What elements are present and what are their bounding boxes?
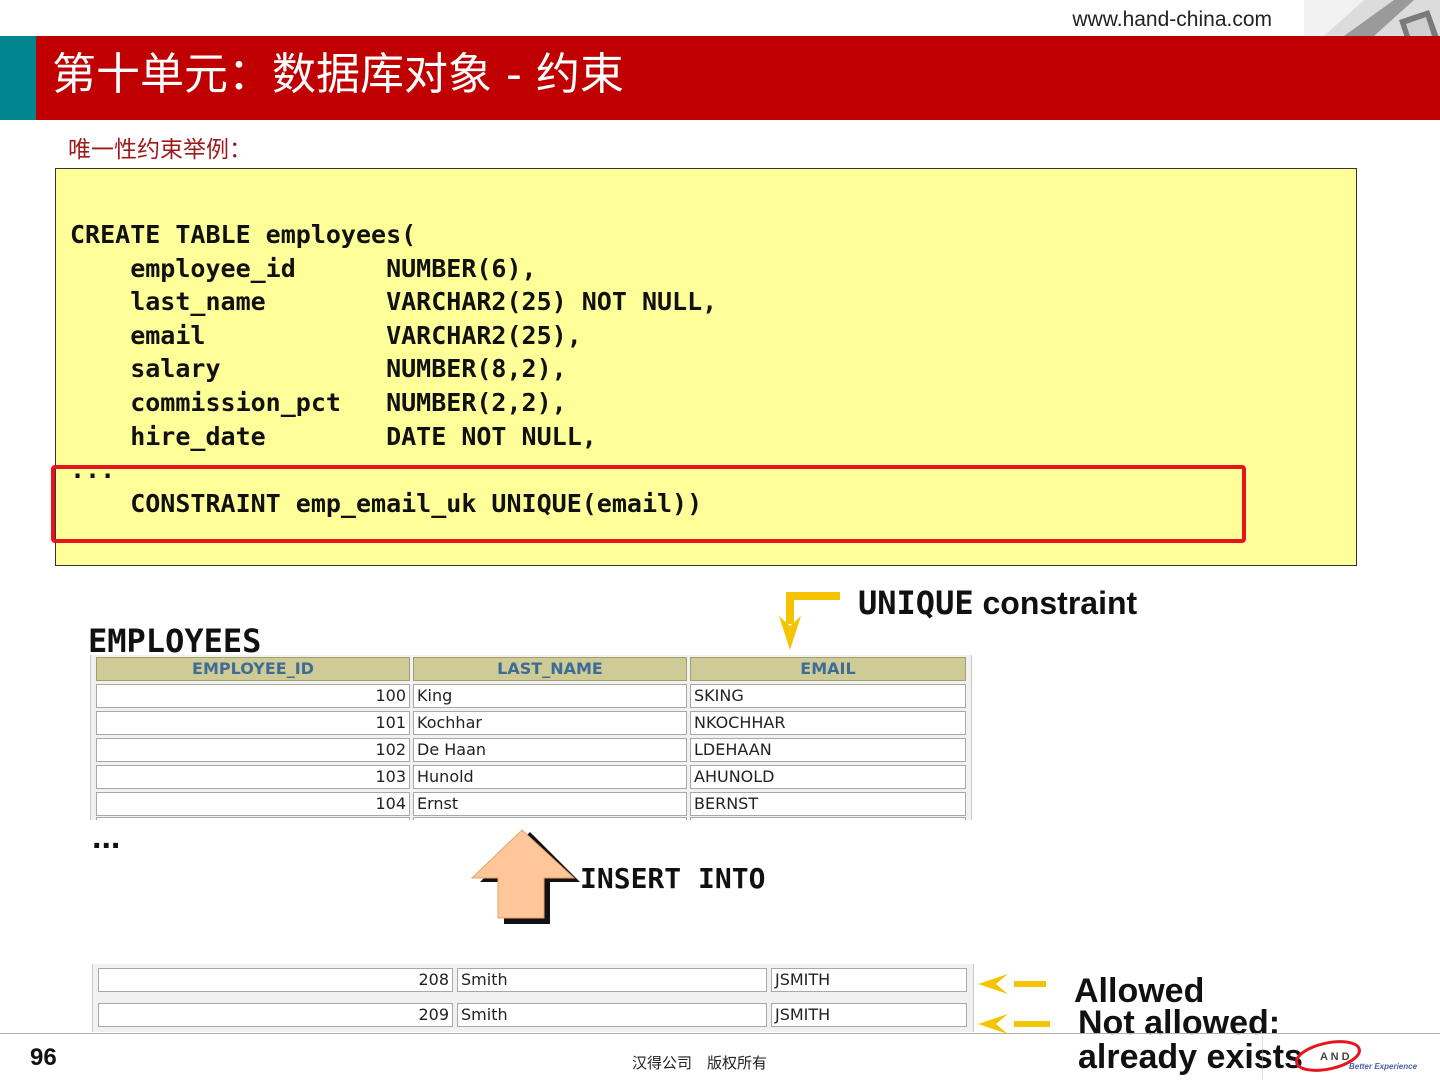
copyright-text: 汉得公司 版权所有 bbox=[632, 1054, 768, 1072]
table-cell: Smith bbox=[457, 968, 767, 992]
more-rows-ellipsis: ... bbox=[92, 818, 121, 856]
code-line: employee_id NUMBER(6), bbox=[70, 253, 537, 283]
table-cell: NKOCHHAR bbox=[690, 711, 966, 735]
insert-into-label: INSERT INTO bbox=[580, 862, 766, 895]
footer-divider bbox=[0, 1033, 1440, 1034]
table-cell: Hunold bbox=[413, 765, 687, 789]
constraint-word: constraint bbox=[973, 585, 1138, 621]
code-line: last_name VARCHAR2(25) NOT NULL, bbox=[70, 287, 718, 317]
code-line: commission_pct NUMBER(2,2), bbox=[70, 387, 567, 417]
logo-tagline: Better Experience bbox=[1349, 1062, 1418, 1071]
title-accent-bar bbox=[0, 36, 36, 120]
table-cell: 102 bbox=[96, 738, 410, 762]
table-cell: Smith bbox=[457, 1003, 767, 1027]
table-cell: Kochhar bbox=[413, 711, 687, 735]
table-cell: JSMITH bbox=[771, 1003, 967, 1027]
unique-keyword: UNIQUE bbox=[858, 584, 974, 622]
table-cell: JSMITH bbox=[771, 968, 967, 992]
code-line: salary NUMBER(8,2), bbox=[70, 354, 567, 384]
column-header-last-name: LAST_NAME bbox=[413, 657, 687, 681]
company-logo: A N D bbox=[1262, 1036, 1361, 1080]
website-url: www.hand-china.com bbox=[1072, 8, 1272, 31]
table-cell: 104 bbox=[96, 792, 410, 816]
code-line: CREATE TABLE employees( bbox=[70, 220, 417, 249]
table-cell: SKING bbox=[690, 684, 966, 708]
inserted-rows-table: 208 Smith JSMITH 209 Smith JSMITH bbox=[92, 964, 974, 1032]
table-cell: 208 bbox=[98, 968, 453, 992]
constraint-highlight-box bbox=[51, 465, 1246, 543]
table-cell-partial bbox=[96, 817, 410, 820]
table-title: EMPLOYEES bbox=[88, 622, 262, 656]
table-cell: King bbox=[413, 684, 687, 708]
insert-arrow-icon bbox=[470, 829, 580, 924]
table-cell: 103 bbox=[96, 765, 410, 789]
table-cell: De Haan bbox=[413, 738, 687, 762]
table-cell: BERNST bbox=[690, 792, 966, 816]
not-allowed-line: Not allowed: bbox=[1078, 1004, 1281, 1042]
svg-text:A N D: A N D bbox=[1320, 1051, 1350, 1063]
table-cell-partial bbox=[413, 817, 687, 820]
table-cell: LDEHAAN bbox=[690, 738, 966, 762]
table-cell: 209 bbox=[98, 1003, 453, 1027]
table-cell: AHUNOLD bbox=[690, 765, 966, 789]
not-allowed-arrow-icon bbox=[978, 1014, 1050, 1034]
employees-table: EMPLOYEE_ID LAST_NAME EMAIL 100 King SKI… bbox=[90, 655, 972, 820]
table-cell: 100 bbox=[96, 684, 410, 708]
unique-pointer-arrow-icon bbox=[779, 592, 840, 650]
unique-constraint-label: UNIQUE constraint bbox=[858, 584, 1137, 622]
column-header-employee-id: EMPLOYEE_ID bbox=[96, 657, 410, 681]
table-cell-partial bbox=[690, 817, 966, 820]
code-line: hire_date DATE NOT NULL, bbox=[70, 421, 597, 451]
table-cell: 101 bbox=[96, 711, 410, 735]
code-line: email VARCHAR2(25), bbox=[70, 320, 582, 350]
slide-subtitle: 唯一性约束举例： bbox=[68, 137, 252, 163]
page-number: 96 bbox=[30, 1044, 57, 1071]
allowed-arrow-icon bbox=[978, 974, 1046, 994]
column-header-email: EMAIL bbox=[690, 657, 966, 681]
slide-title: 第十单元：数据库对象 - 约束 bbox=[52, 49, 624, 100]
table-cell: Ernst bbox=[413, 792, 687, 816]
